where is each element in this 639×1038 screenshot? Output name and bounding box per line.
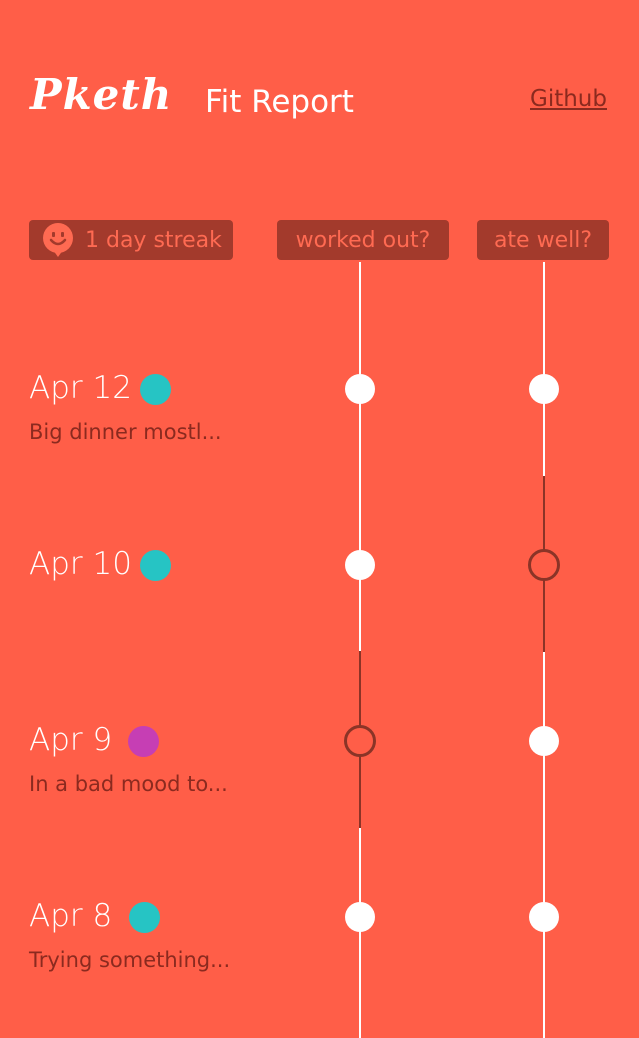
mood-indicator-good[interactable] [129,902,160,933]
entry-date: Apr 12 [29,370,132,406]
entry-date: Apr 9 [29,722,113,758]
page-title: Fit Report [205,84,354,120]
worked-out-dot-yes[interactable] [345,374,375,404]
mood-indicator-good[interactable] [140,550,171,581]
worked-out-dot-no[interactable] [344,725,376,757]
entry-date: Apr 8 [29,898,113,934]
github-link[interactable]: Github [530,86,607,112]
entry-note[interactable]: Trying something... [29,948,230,972]
smiley-icon [43,223,73,257]
ate-well-dot-yes[interactable] [529,374,559,404]
ate-well-line [543,652,545,1038]
ate-well-line [543,262,545,476]
entry-note[interactable]: In a bad mood to... [29,772,228,796]
ate-well-dot-yes[interactable] [529,902,559,932]
streak-badge: 1 day streak [29,220,233,260]
worked-out-dot-yes[interactable] [345,902,375,932]
streak-label: 1 day streak [85,227,222,253]
ate-well-dot-no[interactable] [528,549,560,581]
ate-well-column-header[interactable]: ate well? [477,220,609,260]
ate-well-dot-yes[interactable] [529,726,559,756]
mood-indicator-good[interactable] [140,374,171,405]
worked-out-line [359,828,361,1038]
fit-report-page: Pketh Fit Report Github 1 day streak wor… [0,0,639,1038]
entry-date: Apr 10 [29,546,132,582]
worked-out-column-header[interactable]: worked out? [277,220,449,260]
worked-out-line [359,262,361,651]
mood-indicator-bad[interactable] [128,726,159,757]
entry-note[interactable]: Big dinner mostl... [29,420,222,444]
pketh-logo[interactable]: Pketh [30,70,172,119]
worked-out-dot-yes[interactable] [345,550,375,580]
